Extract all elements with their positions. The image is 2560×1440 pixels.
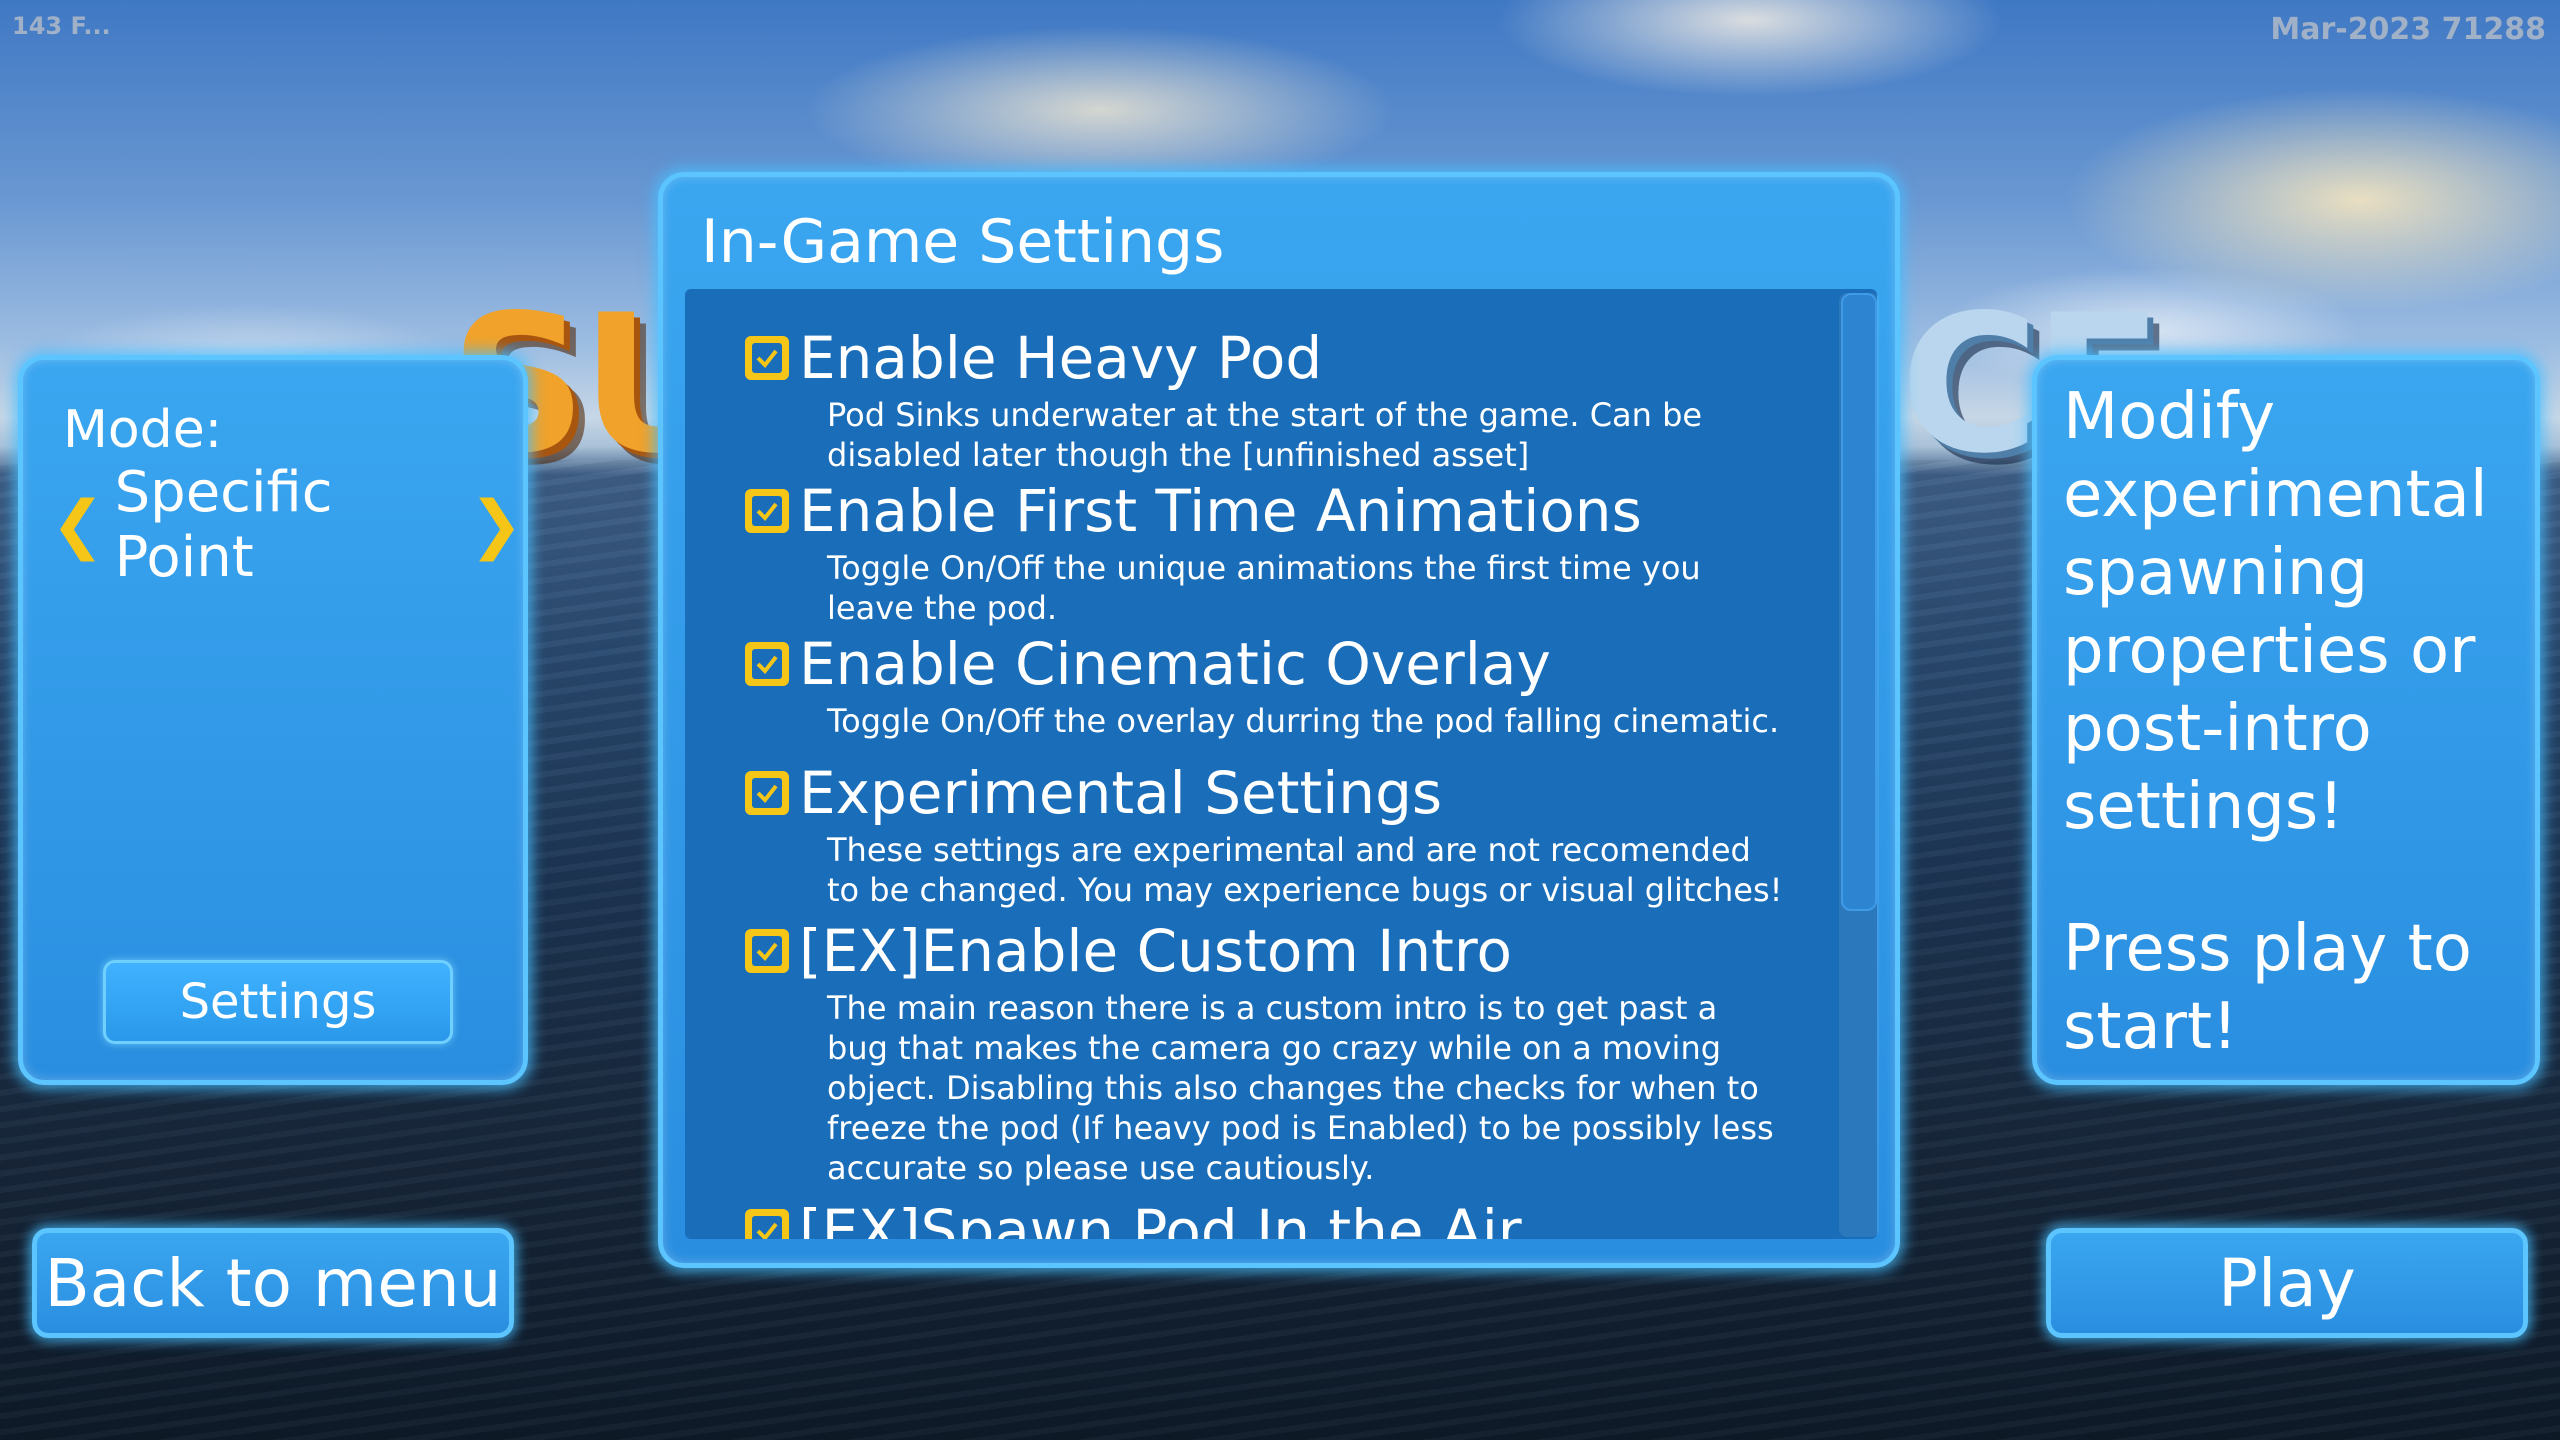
checkbox-custom-intro[interactable] (745, 929, 789, 973)
option-heavy-pod: Enable Heavy Pod Pod Sinks underwater at… (745, 329, 1805, 475)
checkmark-icon (756, 942, 778, 962)
option-label: Enable Heavy Pod (799, 324, 1323, 392)
checkmark-icon (756, 502, 778, 522)
checkbox-spawn-pod-in-air[interactable] (745, 1209, 789, 1239)
checkmark-icon (756, 784, 778, 804)
option-label: Experimental Settings (799, 759, 1443, 827)
scrollbar-thumb[interactable] (1841, 293, 1877, 911)
settings-button[interactable]: Settings (103, 960, 453, 1044)
checkbox-heavy-pod[interactable] (745, 336, 789, 380)
back-to-menu-button[interactable]: Back to menu (32, 1228, 514, 1338)
checkmark-icon (756, 349, 778, 369)
build-version: Mar-2023 71288 (2270, 12, 2546, 47)
fps-counter: 143 F... (12, 12, 111, 40)
option-custom-intro: [EX]Enable Custom Intro The main reason … (745, 922, 1805, 1188)
option-description: The main reason there is a custom intro … (827, 989, 1774, 1187)
chevron-left-icon[interactable]: ❮ (51, 493, 105, 557)
option-label: Enable Cinematic Overlay (799, 630, 1551, 698)
mode-label: Mode: (63, 400, 223, 460)
option-description: Pod Sinks underwater at the start of the… (827, 396, 1703, 474)
info-panel: Modify experimental spawning properties … (2032, 355, 2540, 1085)
info-prompt: Press play to start! (2063, 912, 2472, 1064)
mode-panel: Mode: ❮ Specific Point ❯ Settings (18, 355, 528, 1085)
settings-panel: In-Game Settings Enable Heavy Pod Pod Si… (658, 172, 1900, 1268)
checkbox-experimental-settings[interactable] (745, 771, 789, 815)
settings-list[interactable]: Enable Heavy Pod Pod Sinks underwater at… (685, 289, 1877, 1239)
option-spawn-pod-in-air: [EX]Spawn Pod In the Air (745, 1202, 1805, 1239)
checkmark-icon (756, 1222, 778, 1239)
mode-value: Specific Point (114, 460, 333, 590)
option-description: Toggle On/Off the overlay durring the po… (827, 702, 1780, 740)
info-text: Modify experimental spawning properties … (2063, 380, 2488, 844)
option-description: These settings are experimental and are … (827, 831, 1783, 909)
settings-title: In-Game Settings (701, 207, 1225, 277)
option-label: [EX]Enable Custom Intro (799, 917, 1512, 985)
option-description: Toggle On/Off the unique animations the … (827, 549, 1701, 627)
option-experimental-settings: Experimental Settings These settings are… (745, 764, 1805, 910)
checkbox-first-time-animations[interactable] (745, 489, 789, 533)
checkbox-cinematic-overlay[interactable] (745, 642, 789, 686)
option-first-time-animations: Enable First Time Animations Toggle On/O… (745, 482, 1805, 628)
checkmark-icon (756, 655, 778, 675)
option-label: Enable First Time Animations (799, 477, 1642, 545)
play-button[interactable]: Play (2046, 1228, 2528, 1338)
option-cinematic-overlay: Enable Cinematic Overlay Toggle On/Off t… (745, 635, 1805, 741)
option-label: [EX]Spawn Pod In the Air (799, 1197, 1522, 1239)
chevron-right-icon[interactable]: ❯ (469, 493, 523, 557)
mode-selector: ❮ Specific Point ❯ (51, 460, 523, 590)
